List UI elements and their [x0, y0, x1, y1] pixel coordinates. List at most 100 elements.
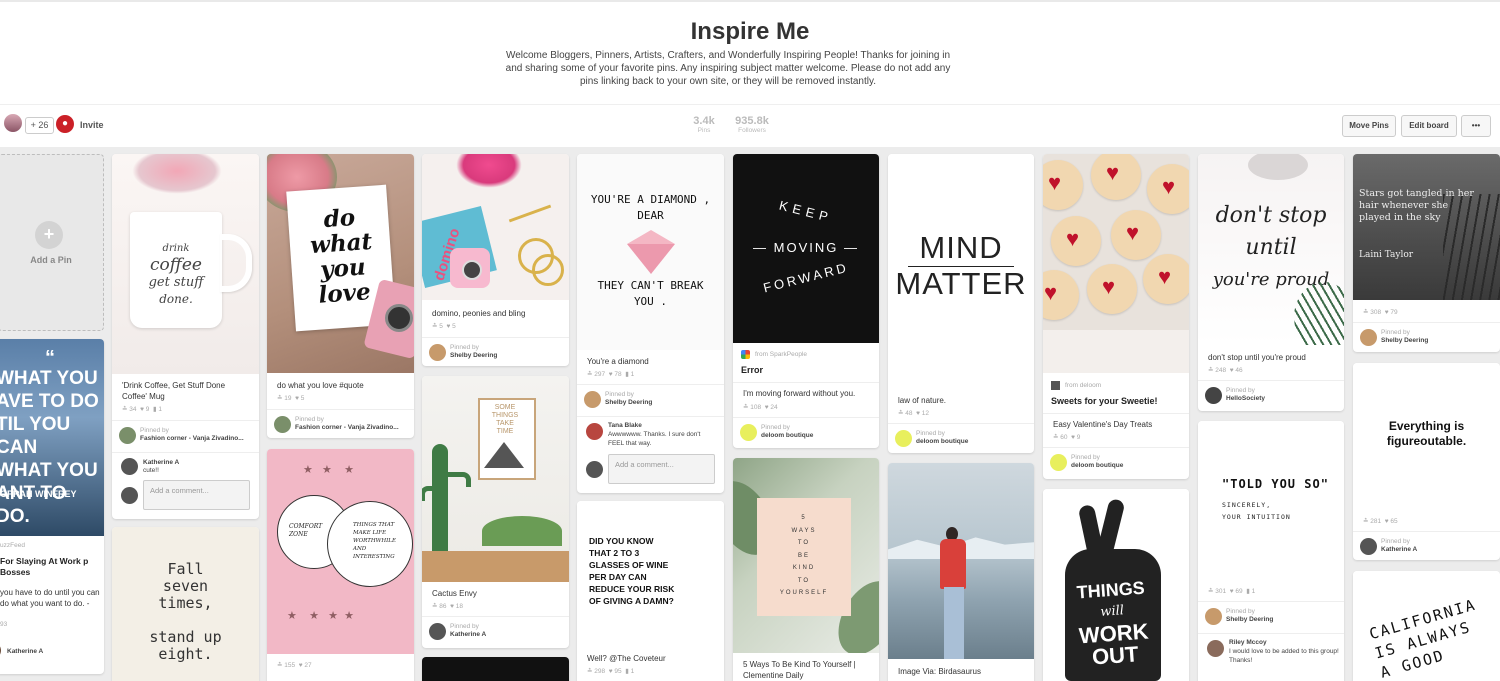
owner-avatar[interactable]	[4, 114, 22, 132]
followers-stat[interactable]: 935.8k Followers	[734, 115, 770, 134]
venn-label-right: THINGS THAT MAKE LIFE WORTHWHILE AND INT…	[353, 522, 396, 560]
pinner-row[interactable]: Pinned by Shelby Deering	[1205, 606, 1341, 630]
pin-stars[interactable]: Stars got tangled in her hair whenever s…	[1353, 154, 1500, 352]
pin-coffee[interactable]: drink coffee get stuff done. 'Drink Coff…	[112, 154, 259, 519]
likes-count: 12	[921, 410, 930, 417]
card-line: WAYS	[791, 527, 817, 534]
pin-california[interactable]: CALIFORNIA IS ALWAYS A GOOD	[1353, 571, 1500, 681]
pinned-by-label: Pinned by	[1226, 608, 1255, 615]
quote-line: THEY CAN'T BREAK	[597, 279, 704, 292]
pin-fall[interactable]: Fall seven times, stand up eight.	[112, 527, 259, 681]
invite-icon[interactable]: ●	[56, 115, 74, 133]
add-pin-button[interactable]: + Add a Pin	[0, 154, 104, 331]
pinner-row[interactable]: Pinned by Katherine A	[429, 621, 567, 645]
bangle-image	[532, 254, 564, 286]
pin-diamond[interactable]: YOU'RE A DIAMOND , DEAR THEY CAN'T BREAK…	[577, 154, 724, 493]
pin-title[interactable]: For Slaying At Work p Bosses	[0, 556, 100, 578]
pin-lake[interactable]: Image Via: Birdasaurus	[888, 463, 1034, 681]
card-line: 5	[801, 515, 807, 521]
repins-count: 108	[750, 404, 762, 411]
pin-cactus[interactable]: SOME THINGS TAKE TIME Cactus Envy ≛ 86 ♥…	[422, 376, 569, 648]
likes-count: 27	[304, 662, 312, 669]
repins-count: 281	[1370, 518, 1382, 525]
edit-board-button[interactable]: Edit board	[1401, 115, 1457, 137]
commenter-name[interactable]: Tana Blake	[608, 422, 642, 429]
pinner-row[interactable]: Pinned by Fashion corner - Vanja Zivadin…	[274, 414, 412, 438]
pinner-row[interactable]: Pinned by Shelby Deering	[1360, 327, 1498, 351]
pinner-row[interactable]: Pinned by deloom boutique	[1050, 452, 1186, 476]
quote-line: SINCERELY,	[1222, 501, 1272, 509]
pin-title[interactable]: Sweets for your Sweetie!	[1051, 396, 1158, 406]
divider	[1353, 531, 1500, 532]
pin-comfort[interactable]: COMFORT ZONE THINGS THAT MAKE LIFE WORTH…	[267, 449, 414, 681]
pin-toldyou[interactable]: "TOLD YOU SO" SINCERELY, YOUR INTUITION …	[1198, 421, 1344, 681]
pinner-row[interactable]: Katherine A	[0, 640, 94, 664]
pinner-avatar	[119, 427, 136, 444]
heart-cookie: ♥	[1043, 270, 1079, 320]
pin-image: KEEP — MOVING — FORWARD	[733, 154, 879, 343]
pin-keep[interactable]: KEEP — MOVING — FORWARD from SparkPeople…	[733, 154, 879, 448]
more-options-button[interactable]: •••	[1461, 115, 1491, 137]
pinner-row[interactable]: Pinned by Shelby Deering	[584, 389, 722, 413]
pin-title[interactable]: Error	[741, 365, 763, 375]
comment-row: Riley Mccoy I would love to be added to …	[1207, 638, 1341, 668]
comment-input[interactable]: Add a comment...	[608, 454, 715, 484]
pin-dowhat[interactable]: do what you love do what you love #quote…	[267, 154, 414, 438]
frame-line: SOME	[494, 404, 516, 411]
pin-image: drink coffee get stuff done.	[112, 154, 259, 374]
pinner-avatar	[1360, 538, 1377, 555]
commenter-avatar[interactable]	[1207, 640, 1224, 657]
pin-mind[interactable]: MIND MATTER law of nature. ≛ 48 ♥ 12 Pin…	[888, 154, 1034, 453]
quote-author: OPRAH WINFREY	[0, 489, 77, 499]
pin-domino[interactable]: domino domino, peonies and bling ≛ 5 ♥ 5…	[422, 154, 569, 366]
pin-image	[888, 463, 1034, 659]
pin-dark[interactable]	[422, 657, 569, 681]
pinner-row[interactable]: Pinned by deloom boutique	[740, 422, 876, 446]
mug-text: drink coffee get stuff done.	[138, 240, 214, 308]
pin-source[interactable]: from deloom	[1065, 382, 1101, 389]
pin-image: do what you love	[267, 154, 414, 373]
quote-top: YOU'RE A DIAMOND , DEAR	[577, 192, 724, 224]
likes-count: 79	[1390, 309, 1398, 316]
commenter-avatar[interactable]	[586, 423, 603, 440]
divider	[1198, 380, 1344, 381]
pin-source[interactable]: uzzFeed	[0, 542, 25, 549]
frame-line: TAKE	[496, 420, 514, 427]
comment-row: Katherine A cute!!	[121, 456, 257, 480]
pin-wine[interactable]: DID YOU KNOW THAT 2 TO 3 GLASSES OF WINE…	[577, 501, 724, 681]
pin-figure[interactable]: Everything is figureoutable. ≛ 281 ♥ 65 …	[1353, 363, 1500, 560]
pinner-row[interactable]: Pinned by Fashion corner - Vanja Zivadin…	[119, 425, 257, 449]
pin-dontstop[interactable]: don't stop until you're proud don't stop…	[1198, 154, 1344, 411]
pin-image: Fall seven times, stand up eight.	[112, 527, 259, 681]
commenter-avatar[interactable]	[121, 458, 138, 475]
invite-link[interactable]: Invite	[80, 120, 104, 130]
pins-stat[interactable]: 3.4k Pins	[690, 115, 718, 134]
heart-jam: ♥	[1044, 280, 1058, 305]
move-pins-button[interactable]: Move Pins	[1342, 115, 1396, 137]
pin-oprah[interactable]: “ WHAT YOU AVE TO DO TIL YOU CAN WHAT YO…	[0, 339, 104, 674]
pinner-avatar	[429, 623, 446, 640]
divider	[1198, 601, 1344, 602]
pin-description: Cactus Envy	[432, 589, 477, 598]
likes-count: 65	[1390, 518, 1398, 525]
pin-image: 5 WAYS TO BE KIND TO YOURSELF	[733, 458, 879, 653]
pin-kind[interactable]: 5 WAYS TO BE KIND TO YOURSELF 5 Ways To …	[733, 458, 879, 681]
comment-input[interactable]: Add a comment...	[143, 480, 250, 510]
collaborators-count[interactable]: + 26	[25, 117, 54, 134]
pinner-row[interactable]: Pinned by Shelby Deering	[429, 342, 567, 366]
pinner-name: Shelby Deering	[450, 352, 498, 359]
pin-source[interactable]: from SparkPeople	[755, 351, 807, 358]
quote-text: Stars got tangled in her hair whenever s…	[1359, 188, 1474, 224]
repins-count: 60	[1060, 434, 1068, 441]
mug-line: coffee	[150, 255, 202, 275]
pinner-row[interactable]: Pinned by Katherine A	[1360, 536, 1498, 560]
likes-count: 95	[614, 668, 622, 675]
heart-jam: ♥	[1066, 226, 1080, 251]
pinner-name: Fashion corner - Vanja Zivadino...	[140, 435, 244, 442]
commenter-name[interactable]: Riley Mccoy	[1229, 639, 1267, 646]
pin-things[interactable]: THINGS will WORK OUT	[1043, 489, 1189, 681]
pinner-row[interactable]: Pinned by HelloSociety	[1205, 385, 1341, 409]
commenter-name[interactable]: Katherine A	[143, 459, 179, 466]
pinner-row[interactable]: Pinned by deloom boutique	[895, 428, 1031, 452]
pin-sweets[interactable]: ♥ ♥ ♥ ♥ ♥ ♥ ♥ ♥ from deloom Sweets for your Swe…	[1043, 154, 1189, 479]
